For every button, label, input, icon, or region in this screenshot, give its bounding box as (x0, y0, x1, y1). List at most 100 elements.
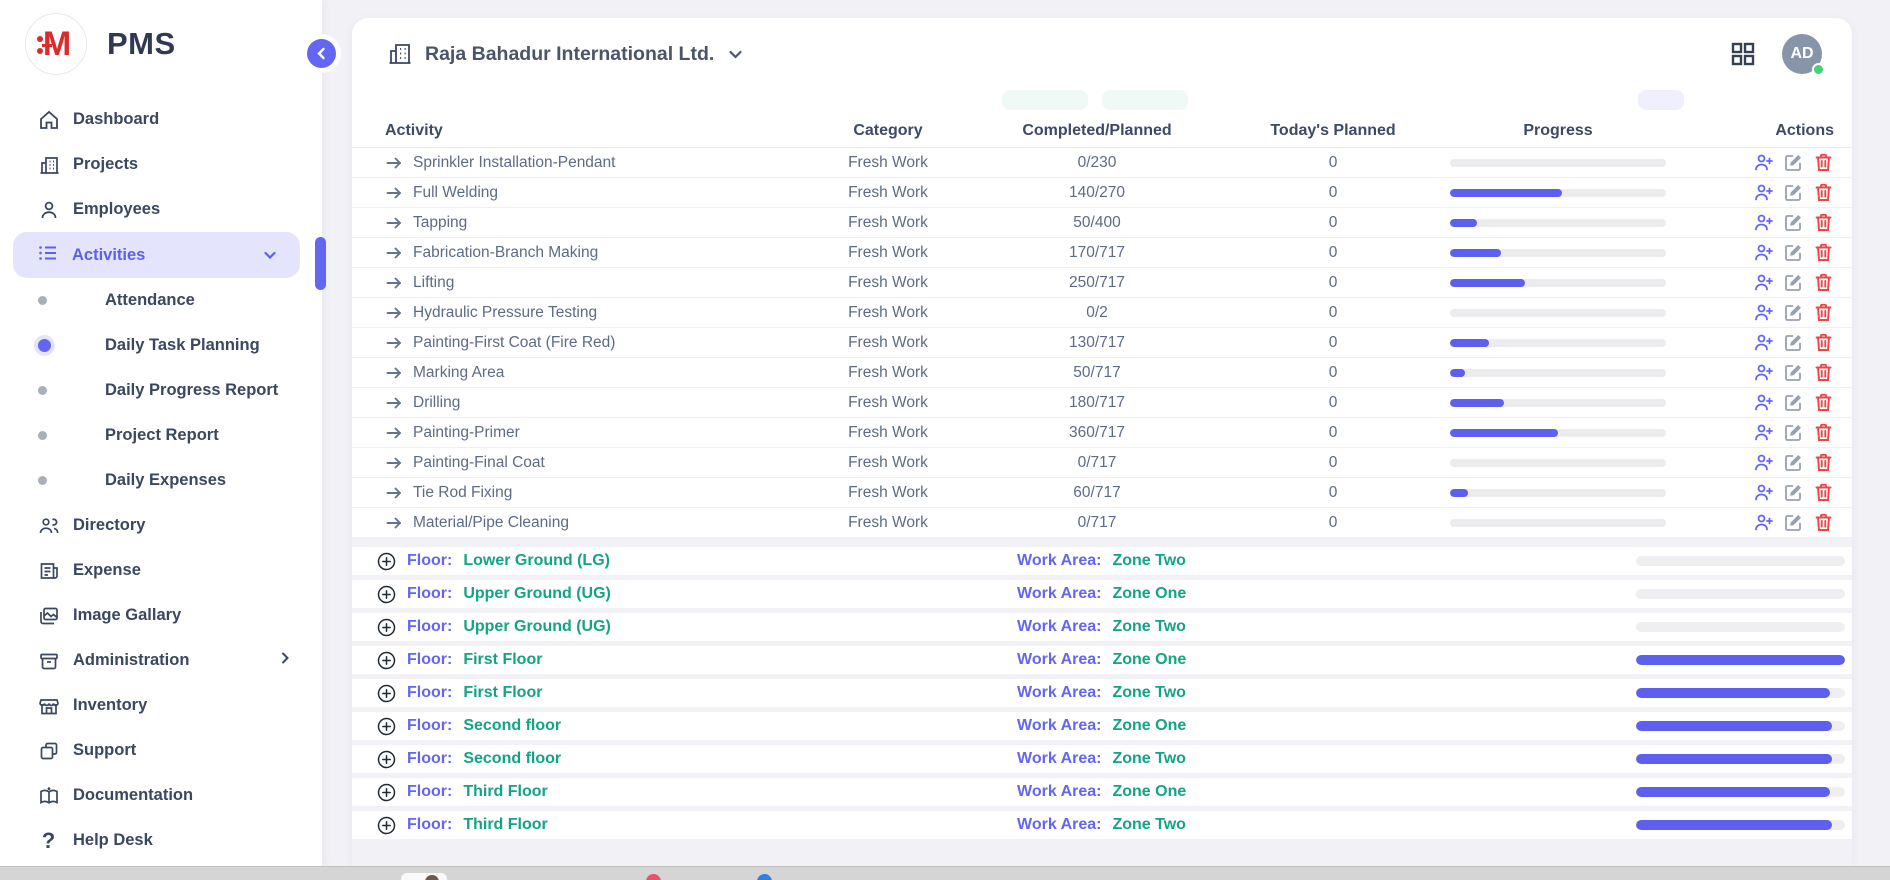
delete-button[interactable] (1812, 212, 1834, 234)
apps-grid-icon[interactable] (1730, 41, 1756, 67)
assign-user-button[interactable] (1752, 482, 1774, 504)
arrow-right-icon[interactable] (385, 364, 403, 382)
floor-row[interactable]: Floor: Third Floor Work Area: Zone One (352, 778, 1852, 806)
floor-row[interactable]: Floor: First Floor Work Area: Zone One (352, 646, 1852, 674)
expand-plus-icon[interactable] (377, 783, 396, 802)
sidebar-subitem-daily-progress-report[interactable]: Daily Progress Report (0, 368, 322, 413)
edit-button[interactable] (1782, 422, 1804, 444)
delete-button[interactable] (1812, 272, 1834, 294)
assign-user-button[interactable] (1752, 242, 1774, 264)
sidebar-item-dashboard[interactable]: Dashboard (0, 97, 322, 142)
edit-button[interactable] (1782, 152, 1804, 174)
edit-button[interactable] (1782, 182, 1804, 204)
assign-user-button[interactable] (1752, 302, 1774, 324)
sidebar-item-label: Image Gallary (73, 606, 181, 625)
arrow-right-icon[interactable] (385, 154, 403, 172)
edit-button[interactable] (1782, 332, 1804, 354)
assign-user-button[interactable] (1752, 512, 1774, 534)
sidebar-subitem-daily-task-planning[interactable]: Daily Task Planning (0, 323, 322, 368)
floor-row[interactable]: Floor: Upper Ground (UG) Work Area: Zone… (352, 613, 1852, 641)
sidebar-subitem-attendance[interactable]: Attendance (0, 278, 322, 323)
expand-plus-icon[interactable] (377, 585, 396, 604)
expand-plus-icon[interactable] (377, 816, 396, 835)
delete-button[interactable] (1812, 152, 1834, 174)
arrow-right-icon[interactable] (385, 394, 403, 412)
assign-user-button[interactable] (1752, 152, 1774, 174)
sidebar-item-projects[interactable]: Projects (0, 142, 322, 187)
sidebar-subitem-project-report[interactable]: Project Report (0, 413, 322, 458)
arrow-right-icon[interactable] (385, 334, 403, 352)
taskbar-icon-blue[interactable] (757, 874, 772, 880)
sidebar-item-support[interactable]: Support (0, 728, 322, 773)
sidebar-subitem-daily-expenses[interactable]: Daily Expenses (0, 458, 322, 503)
delete-button[interactable] (1812, 332, 1834, 354)
arrow-right-icon[interactable] (385, 514, 403, 532)
floor-row[interactable]: Floor: Third Floor Work Area: Zone Two (352, 811, 1852, 839)
sidebar-item-administration[interactable]: Administration (0, 638, 322, 683)
assign-user-button[interactable] (1752, 332, 1774, 354)
floor-row[interactable]: Floor: Upper Ground (UG) Work Area: Zone… (352, 580, 1852, 608)
expand-plus-icon[interactable] (377, 684, 396, 703)
delete-button[interactable] (1812, 452, 1834, 474)
assign-user-button[interactable] (1752, 452, 1774, 474)
edit-button[interactable] (1782, 362, 1804, 384)
sidebar-item-employees[interactable]: Employees (0, 187, 322, 232)
sidebar-item-documentation[interactable]: Documentation (0, 773, 322, 818)
floor-row[interactable]: Floor: Lower Ground (LG) Work Area: Zone… (352, 547, 1852, 575)
progress-bar (1450, 339, 1666, 347)
expand-plus-icon[interactable] (377, 618, 396, 637)
assign-user-button[interactable] (1752, 422, 1774, 444)
delete-button[interactable] (1812, 242, 1834, 264)
edit-button[interactable] (1782, 452, 1804, 474)
arrow-right-icon[interactable] (385, 454, 403, 472)
sidebar-collapse-button[interactable] (307, 39, 336, 68)
arrow-right-icon[interactable] (385, 304, 403, 322)
arrow-right-icon[interactable] (385, 484, 403, 502)
delete-button[interactable] (1812, 482, 1834, 504)
arrow-right-icon[interactable] (385, 274, 403, 292)
delete-button[interactable] (1812, 302, 1834, 324)
avatar[interactable]: AD (1782, 34, 1822, 74)
arrow-right-icon[interactable] (385, 184, 403, 202)
category-value: Fresh Work (848, 364, 928, 381)
expand-plus-icon[interactable] (377, 750, 396, 769)
floor-row[interactable]: Floor: First Floor Work Area: Zone Two (352, 679, 1852, 707)
category-value: Fresh Work (848, 274, 928, 291)
assign-user-button[interactable] (1752, 362, 1774, 384)
sidebar-item-inventory[interactable]: Inventory (0, 683, 322, 728)
sidebar-item-expense[interactable]: Expense (0, 548, 322, 593)
company-selector[interactable]: Raja Bahadur International Ltd. (388, 41, 744, 67)
edit-button[interactable] (1782, 212, 1804, 234)
assign-user-button[interactable] (1752, 182, 1774, 204)
edit-button[interactable] (1782, 272, 1804, 294)
assign-user-button[interactable] (1752, 392, 1774, 414)
arrow-right-icon[interactable] (385, 244, 403, 262)
edit-button[interactable] (1782, 242, 1804, 264)
delete-button[interactable] (1812, 362, 1834, 384)
delete-button[interactable] (1812, 422, 1834, 444)
expand-plus-icon[interactable] (377, 717, 396, 736)
arrow-right-icon[interactable] (385, 424, 403, 442)
taskbar-icon-red[interactable] (646, 874, 661, 880)
edit-button[interactable] (1782, 512, 1804, 534)
edit-button[interactable] (1782, 392, 1804, 414)
subitem-label: Daily Progress Report (105, 381, 278, 400)
sidebar-item-image-gallary[interactable]: Image Gallary (0, 593, 322, 638)
assign-user-button[interactable] (1752, 272, 1774, 294)
floor-row[interactable]: Floor: Second floor Work Area: Zone One (352, 712, 1852, 740)
floor-row[interactable]: Floor: Second floor Work Area: Zone Two (352, 745, 1852, 773)
delete-button[interactable] (1812, 392, 1834, 414)
edit-button[interactable] (1782, 302, 1804, 324)
arrow-right-icon[interactable] (385, 214, 403, 232)
sidebar-item-activities[interactable]: Activities (13, 232, 300, 278)
edit-button[interactable] (1782, 482, 1804, 504)
delete-button[interactable] (1812, 512, 1834, 534)
expand-plus-icon[interactable] (377, 651, 396, 670)
delete-button[interactable] (1812, 182, 1834, 204)
edit-icon (1783, 302, 1804, 323)
sidebar-item-directory[interactable]: Directory (0, 503, 322, 548)
expand-plus-icon[interactable] (377, 552, 396, 571)
sidebar-item-help-desk[interactable]: ? Help Desk (0, 818, 322, 863)
assign-user-button[interactable] (1752, 212, 1774, 234)
taskbar-item[interactable] (401, 873, 447, 880)
